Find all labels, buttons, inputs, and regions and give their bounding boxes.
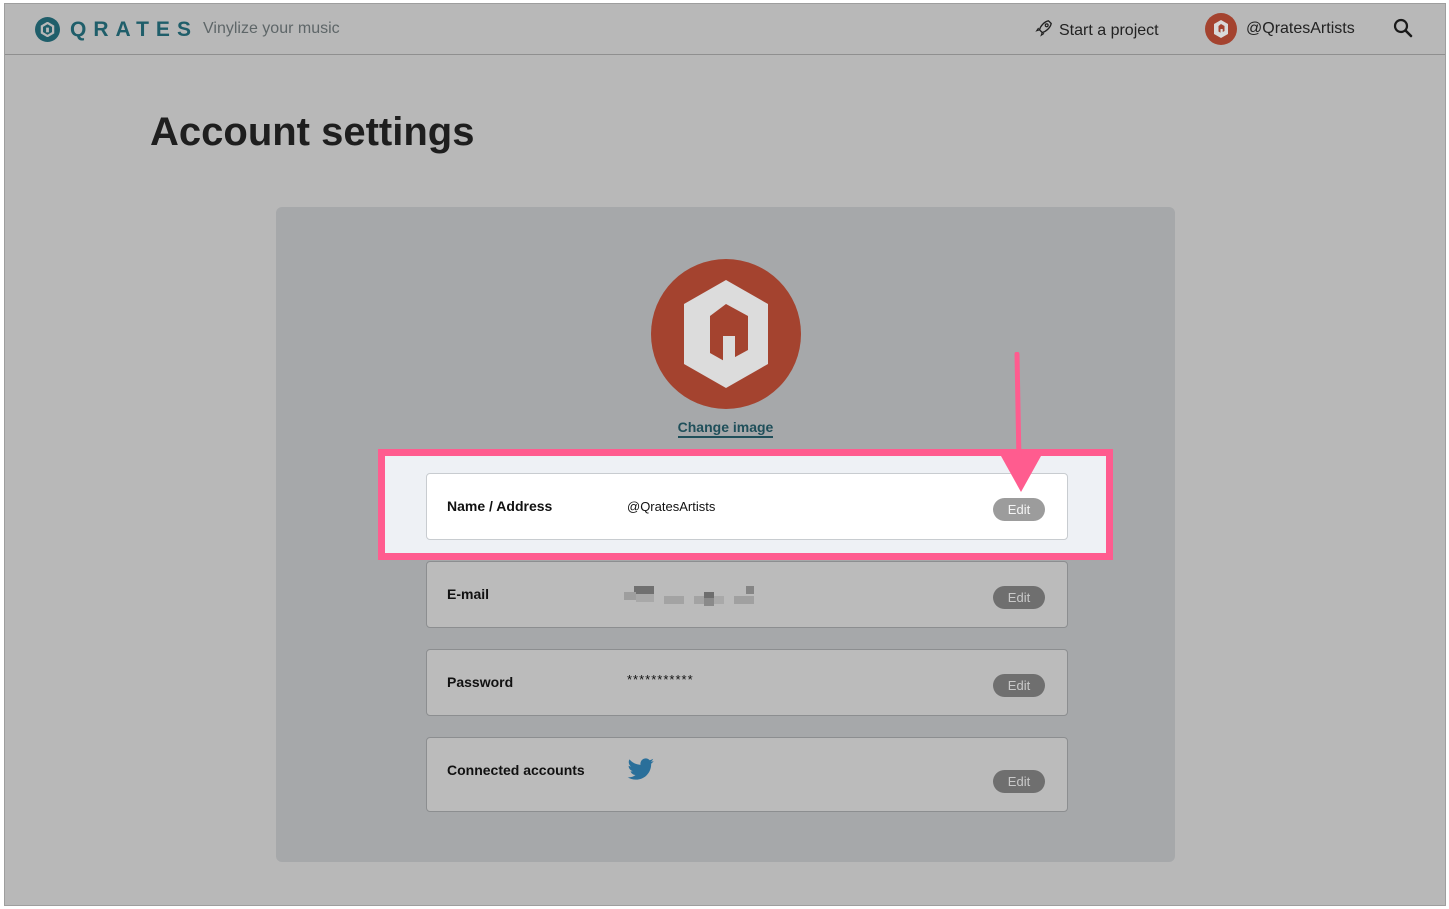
email-row: E-mail Edit [426, 561, 1068, 628]
password-value: *********** [627, 672, 694, 687]
app-window: QRATES Vinylize your music Start a proje… [4, 3, 1446, 906]
username-label: @QratesArtists [1246, 20, 1355, 37]
avatar [1205, 13, 1237, 45]
email-value-redacted [624, 586, 758, 606]
logo-text: QRATES [70, 17, 198, 41]
password-row: Password *********** Edit [426, 649, 1068, 716]
profile-avatar [651, 259, 801, 409]
pointer-arrow-annotation [995, 351, 1055, 502]
edit-password-button[interactable]: Edit [993, 674, 1045, 697]
edit-email-button[interactable]: Edit [993, 586, 1045, 609]
page-title: Account settings [150, 110, 475, 154]
start-project-label: Start a project [1059, 21, 1159, 39]
twitter-icon [627, 758, 655, 787]
user-menu[interactable]: @QratesArtists [1205, 13, 1355, 45]
connected-accounts-label: Connected accounts [447, 762, 585, 778]
rocket-icon [1035, 19, 1059, 42]
tagline: Vinylize your music [203, 20, 340, 37]
search-button[interactable] [1393, 18, 1413, 43]
name-address-value: @QratesArtists [627, 499, 716, 514]
name-address-row: Name / Address @QratesArtists Edit [426, 473, 1068, 540]
qrates-logo-icon [35, 17, 60, 42]
edit-connected-accounts-button[interactable]: Edit [993, 770, 1045, 793]
email-label: E-mail [447, 586, 490, 602]
search-icon [1393, 18, 1413, 42]
connected-accounts-row: Connected accounts Edit [426, 737, 1068, 812]
change-image-link[interactable]: Change image [677, 419, 774, 438]
start-project-link[interactable]: Start a project [1035, 19, 1159, 42]
password-label: Password [447, 674, 514, 690]
top-nav: QRATES Vinylize your music Start a proje… [5, 4, 1445, 55]
qrates-logo[interactable]: QRATES [35, 17, 198, 42]
name-address-label: Name / Address [447, 498, 553, 514]
